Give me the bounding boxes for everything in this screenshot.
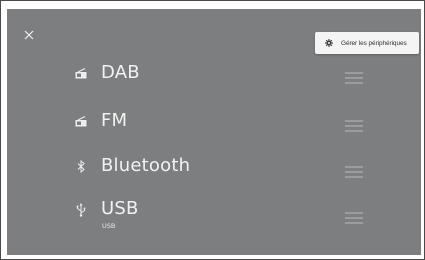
- close-icon[interactable]: [23, 29, 35, 41]
- source-item-usb[interactable]: USB USB: [7, 193, 421, 233]
- radio-icon: [74, 114, 88, 128]
- manage-devices-label: Gérer les périphériques: [341, 39, 407, 47]
- drag-handle[interactable]: [345, 120, 363, 134]
- source-item-fm[interactable]: FM: [7, 101, 421, 141]
- source-name-fm: FM: [101, 110, 128, 131]
- screen-frame: Gérer les périphériques DAB FM Bluetooth…: [0, 0, 425, 260]
- source-item-dab[interactable]: DAB: [7, 53, 421, 93]
- audio-source-screen: Gérer les périphériques DAB FM Bluetooth…: [7, 9, 421, 255]
- radio-icon: [74, 66, 88, 80]
- source-item-bluetooth[interactable]: Bluetooth: [7, 147, 421, 187]
- drag-handle[interactable]: [345, 212, 363, 226]
- source-subtitle-usb: USB: [102, 222, 116, 230]
- gear-icon: [325, 39, 333, 47]
- drag-handle[interactable]: [345, 72, 363, 86]
- source-name-bluetooth: Bluetooth: [101, 155, 191, 176]
- usb-icon: [74, 203, 88, 217]
- drag-handle[interactable]: [345, 166, 363, 180]
- source-name-dab: DAB: [101, 62, 140, 83]
- bluetooth-icon: [74, 159, 88, 173]
- manage-devices-button[interactable]: Gérer les périphériques: [315, 32, 419, 54]
- source-name-usb: USB: [101, 198, 139, 219]
